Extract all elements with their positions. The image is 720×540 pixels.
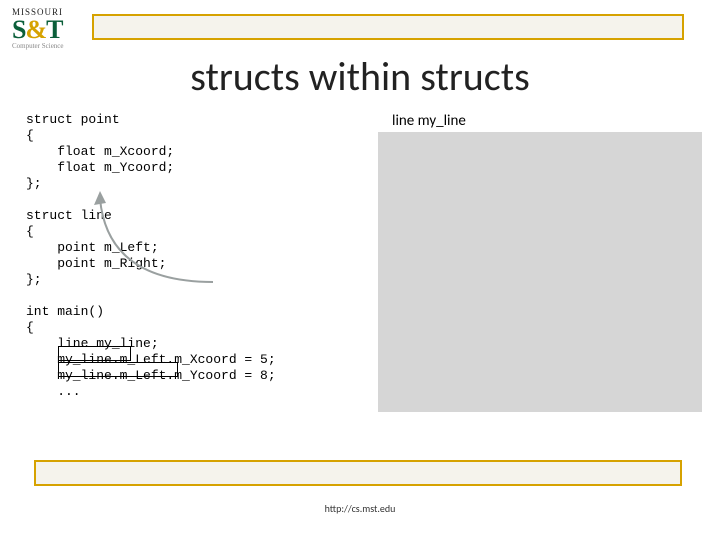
university-logo: MISSOURI S&T Computer Science — [12, 8, 82, 50]
footer-url: http://cs.mst.edu — [0, 502, 720, 515]
diagram-label: line my_line — [392, 112, 466, 130]
code-highlight-2 — [58, 362, 178, 377]
memory-diagram-box — [378, 132, 702, 412]
footer-bar — [34, 460, 682, 486]
slide-title: structs within structs — [0, 52, 720, 101]
logo-t: T — [46, 15, 62, 44]
logo-s: S — [12, 15, 25, 44]
logo-st: S&T — [12, 17, 82, 43]
logo-subtitle: Computer Science — [12, 43, 82, 50]
code-highlight-1 — [58, 346, 131, 361]
header-bar — [92, 14, 684, 40]
logo-amp: & — [25, 15, 46, 44]
